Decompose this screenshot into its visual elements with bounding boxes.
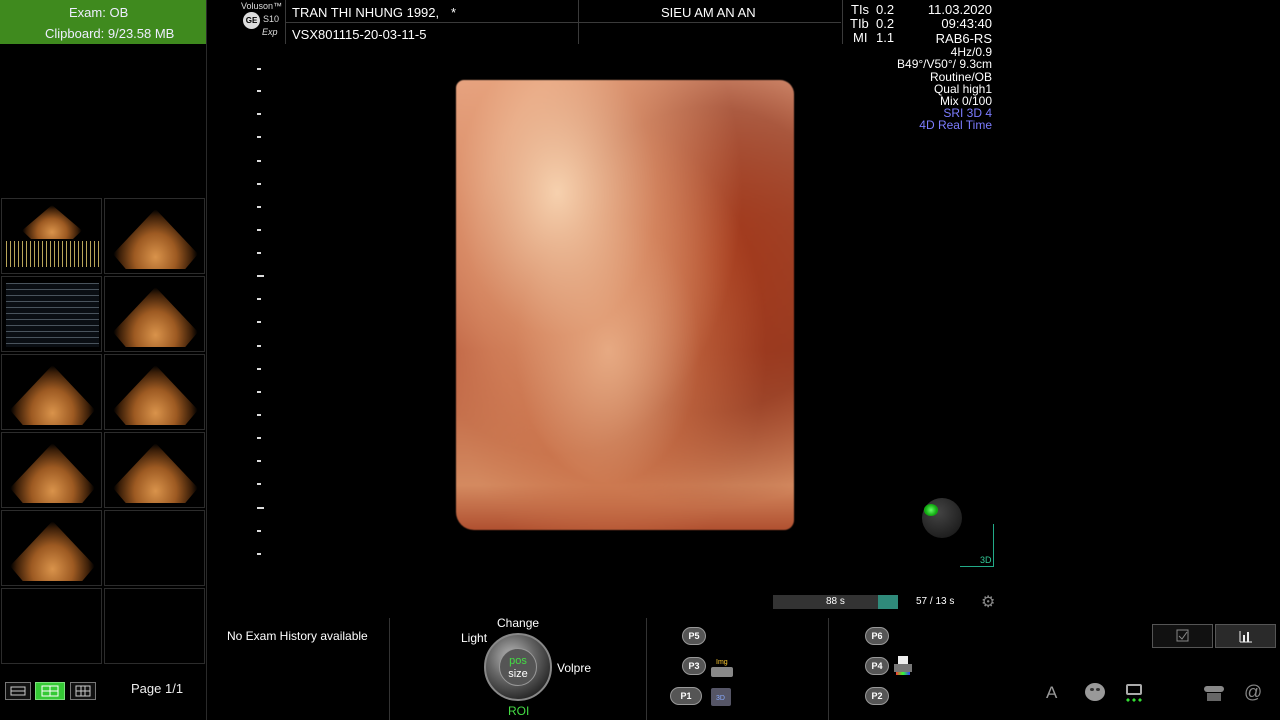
orientation-marker-icon (924, 504, 938, 516)
p4-button[interactable]: P4 (865, 657, 889, 675)
exam-history-label: No Exam History available (227, 629, 368, 643)
save-image-icon[interactable]: Img (711, 659, 733, 677)
save-3d-icon[interactable]: 3D (711, 688, 731, 706)
clipboard-thumb-empty (1, 588, 102, 664)
clipboard-thumb[interactable] (104, 432, 205, 508)
img-label: Img (716, 659, 728, 666)
clipboard-thumb[interactable] (104, 198, 205, 274)
clipboard-thumb[interactable] (1, 432, 102, 508)
patient-flag: * (451, 5, 457, 20)
ge-logo: GE (243, 12, 260, 29)
layout-grid-button[interactable] (35, 682, 65, 700)
p5-button[interactable]: P5 (682, 627, 706, 645)
bar-chart-icon (1239, 631, 1252, 643)
patient-name: TRAN THI NHUNG 1992, (292, 5, 440, 20)
facility-name: SIEU AM AN AN (661, 5, 756, 20)
dial-center[interactable] (499, 648, 537, 686)
clipboard-label: Clipboard: 9/23.58 MB (45, 26, 175, 41)
mi-label: MI (853, 30, 868, 45)
dial-size-label: size (508, 668, 528, 680)
annotation-text-icon[interactable]: A (1046, 683, 1057, 703)
dial-roi-label: ROI (508, 704, 530, 718)
p2-button[interactable]: P2 (865, 687, 889, 705)
clipboard-thumb[interactable] (104, 276, 205, 352)
cine-progress-fill (878, 595, 898, 609)
exam-info-header: Exam: OB Clipboard: 9/23.58 MB (0, 0, 206, 44)
model-label: S10 (263, 14, 280, 24)
p6-button[interactable]: P6 (865, 627, 889, 645)
patient-id: VSX801115-20-03-11-5 (292, 27, 427, 42)
brand-label: Voluson™ (241, 1, 283, 11)
volume-render-image[interactable] (456, 80, 794, 530)
report-chart-button[interactable] (1215, 624, 1276, 648)
dial-light-label: Light (461, 631, 488, 645)
layout-single-button[interactable] (5, 682, 31, 700)
layout-table-button[interactable] (70, 682, 96, 700)
tib-label: TIb (850, 16, 869, 31)
cine-time: 88 s (826, 596, 845, 607)
clipboard-thumb[interactable] (1, 276, 102, 352)
dial-volpre-label: Volpre (557, 661, 592, 675)
tis-value: 0.2 (876, 2, 895, 17)
dial-change-label: Change (497, 616, 540, 630)
email-at-icon[interactable]: @ (1244, 682, 1262, 703)
clipboard-thumb[interactable] (1, 510, 102, 586)
clipboard-thumb-empty (104, 588, 205, 664)
clipboard-thumb-empty (104, 510, 205, 586)
printer-icon[interactable] (894, 656, 914, 676)
exam-date: 11.03.2020 (927, 2, 992, 17)
checklist-icon (1176, 629, 1189, 642)
orientation-3d-label: 3D (980, 555, 992, 565)
probe-name: RAB6-RS (935, 31, 992, 46)
dial-pos-label: pos (509, 655, 527, 667)
mi-value: 1.1 (876, 30, 895, 45)
page-label: Page 1/1 (131, 681, 184, 696)
tib-value: 0.2 (876, 16, 895, 31)
p3-button[interactable]: P3 (682, 657, 706, 675)
model-sub-label: Exp (262, 27, 278, 37)
dicom-network-icon[interactable] (1204, 684, 1224, 702)
exam-label: Exam: OB (69, 5, 129, 20)
d3-label: 3D (716, 695, 725, 702)
cine-frames: 57 / 13 s (916, 596, 955, 607)
gear-icon[interactable]: ⚙ (981, 592, 995, 612)
exam-time: 09:43:40 (941, 16, 992, 31)
clipboard-thumb[interactable] (1, 198, 102, 274)
angle-info: B49°/V50°/ 9.3cm (897, 57, 992, 71)
layout-grid-icon (41, 685, 59, 697)
mode-info: 4D Real Time (919, 118, 992, 132)
bodymark-icon[interactable] (1085, 683, 1105, 701)
checklist-button[interactable] (1152, 624, 1213, 648)
tis-label: TIs (851, 2, 870, 17)
cursor-move-icon[interactable] (1125, 684, 1143, 704)
layout-single-icon (10, 686, 26, 696)
layout-table-icon (75, 685, 91, 697)
clipboard-thumb[interactable] (104, 354, 205, 430)
p1-button[interactable]: P1 (670, 687, 702, 705)
clipboard-thumb[interactable] (1, 354, 102, 430)
